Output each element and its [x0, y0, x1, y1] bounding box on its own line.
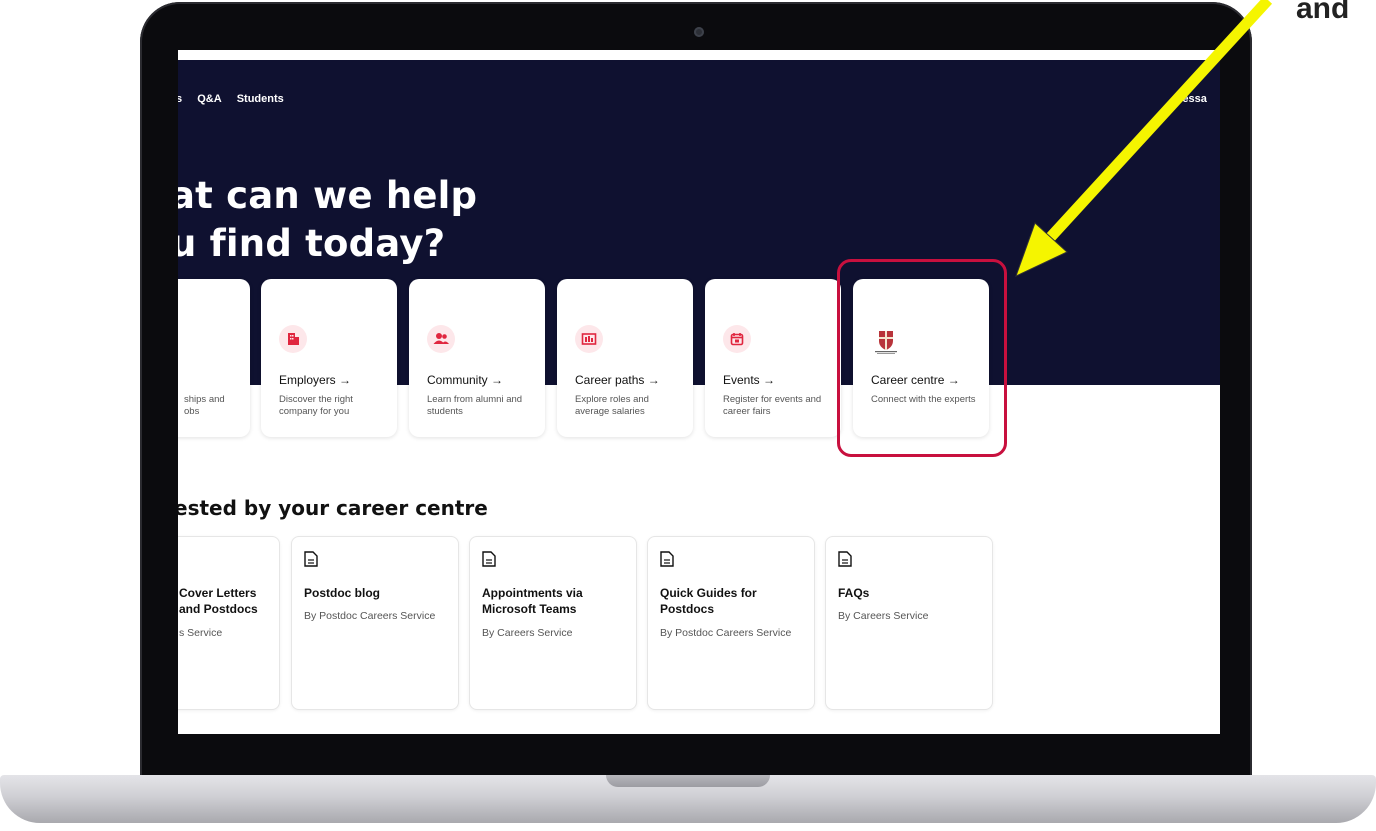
- arrow-shaft: [1043, 0, 1273, 244]
- annotation-arrow: [1015, 0, 1273, 277]
